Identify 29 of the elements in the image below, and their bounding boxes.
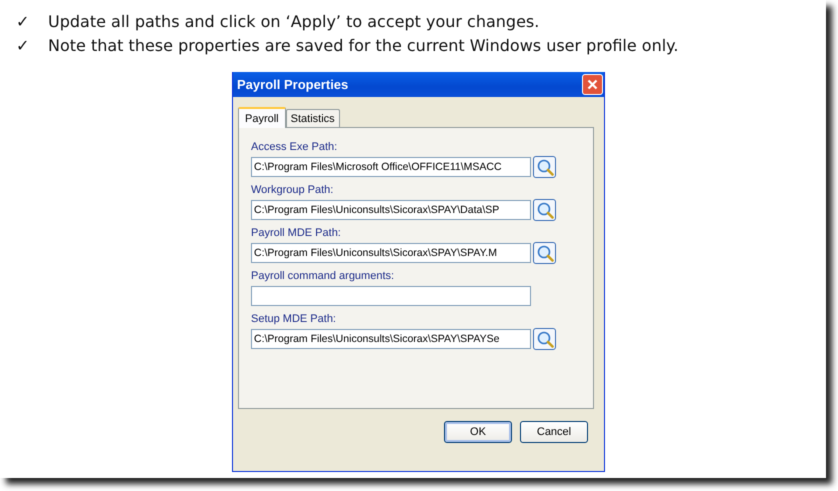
field-label: Workgroup Path: bbox=[251, 184, 334, 198]
search-icon bbox=[536, 244, 554, 262]
check-mark: ✓ bbox=[16, 11, 30, 33]
field-label: Setup MDE Path: bbox=[251, 313, 337, 327]
close-icon bbox=[587, 79, 598, 90]
browse-button[interactable] bbox=[533, 198, 556, 220]
check-mark: ✓ bbox=[16, 35, 30, 57]
note-text: Note that these properties are saved for the current Windows user profile only. bbox=[48, 35, 678, 57]
field-label: Payroll MDE Path: bbox=[251, 227, 342, 241]
close-button[interactable] bbox=[582, 74, 603, 95]
input-field[interactable]: C:\Program Files\Microsoft Office\OFFICE11\MSACC bbox=[251, 156, 531, 176]
browse-button[interactable] bbox=[533, 328, 556, 350]
field-label: Access Exe Path: bbox=[251, 141, 338, 155]
input-field[interactable]: C:\Program Files\Uniconsults\Sicorax\SPAY\SPAYSe bbox=[251, 328, 531, 348]
tab[interactable]: Payroll bbox=[238, 107, 286, 128]
search-icon bbox=[536, 200, 554, 218]
search-icon bbox=[536, 158, 554, 176]
cancel-button[interactable]: Cancel bbox=[520, 421, 588, 443]
input-field[interactable]: C:\Program Files\Uniconsults\Sicorax\SPAY\SPAY.M bbox=[251, 242, 531, 262]
input-field[interactable]: C:\Program Files\Uniconsults\Sicorax\SPAY\Data\SP bbox=[251, 200, 531, 220]
ok-button[interactable]: OK bbox=[444, 421, 512, 443]
input-field[interactable] bbox=[251, 286, 531, 306]
window-title: Payroll Properties bbox=[237, 77, 348, 92]
note-text: Update all paths and click on ‘Apply’ to accept your changes. bbox=[48, 11, 540, 33]
field-label: Payroll command arguments: bbox=[251, 270, 396, 284]
browse-button[interactable] bbox=[533, 242, 556, 264]
browse-button[interactable] bbox=[533, 156, 556, 178]
tab[interactable]: Statistics bbox=[286, 109, 340, 127]
search-icon bbox=[536, 330, 554, 348]
